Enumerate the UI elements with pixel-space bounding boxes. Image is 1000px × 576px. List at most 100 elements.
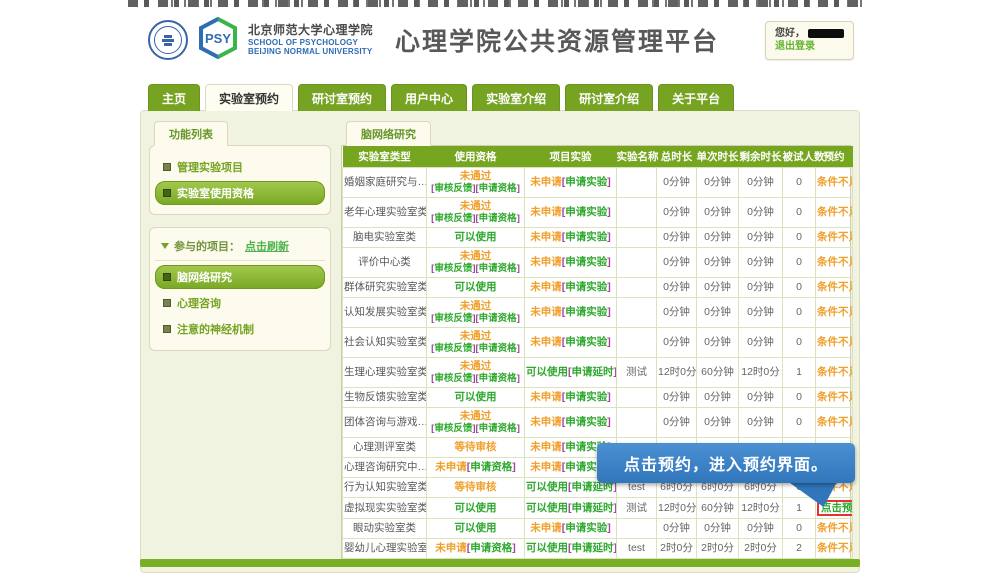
nav-tab-研讨室预约[interactable]: 研讨室预约 (298, 84, 386, 111)
bracket-close: ] (517, 263, 520, 274)
reserve-cell: 条件不足 (816, 198, 853, 228)
reserve-cell: 条件不足 (816, 408, 853, 438)
project-status: 未申请 (530, 441, 562, 453)
apply-experiment-link[interactable]: 申请实验 (565, 306, 607, 318)
project-experiment-cell: 未申请[申请实验] (525, 278, 617, 298)
column-header-实验室类型: 实验室类型 (343, 146, 427, 168)
sidebar: 功能列表 管理实验项目实验室使用资格 参与的项目： 点击刷新 脑网络研究心理咨询… (149, 121, 331, 351)
apply-experiment-link[interactable]: 申请实验 (565, 256, 607, 268)
column-header-总时长: 总时长 (657, 146, 697, 168)
project-status: 未申请 (530, 522, 562, 534)
qualification-status-line: 未通过 (428, 330, 523, 343)
project-item-脑网络研究[interactable]: 脑网络研究 (155, 265, 325, 289)
bracket-close: ] (517, 213, 520, 224)
subject-count-cell: 0 (783, 408, 816, 438)
remaining-duration-cell: 12时0分 (739, 358, 783, 388)
review-feedback-link[interactable]: 审核反馈 (434, 313, 472, 324)
apply-experiment-link[interactable]: 申请实验 (565, 206, 607, 218)
bracket-close: ] (607, 206, 611, 218)
psy-logo-text: PSY (205, 31, 231, 46)
project-item-心理咨询[interactable]: 心理咨询 (155, 291, 325, 315)
subject-count-cell: 1 (783, 498, 816, 519)
apply-experiment-link[interactable]: 申请实验 (565, 522, 607, 534)
sidebar-item-实验室使用资格[interactable]: 实验室使用资格 (155, 181, 325, 205)
nav-tab-主页[interactable]: 主页 (148, 84, 200, 111)
main-panel: 脑网络研究 实验室类型使用资格项目实验实验名称总时长单次时长剩余时长被试人数预约… (341, 121, 851, 560)
apply-qualification-link[interactable]: 申请资格 (470, 542, 512, 554)
apply-qualification-link[interactable]: 申请资格 (479, 183, 517, 194)
apply-experiment-link[interactable]: 申请实验 (565, 336, 607, 348)
condition-not-met-label: 条件不足 (817, 336, 853, 348)
project-status: 未申请 (530, 336, 562, 348)
apply-qualification-link[interactable]: 申请资格 (479, 213, 517, 224)
logout-link[interactable]: 退出登录 (775, 40, 844, 54)
qualification-cell: 可以使用 (427, 388, 525, 408)
review-feedback-link[interactable]: 审核反馈 (434, 263, 472, 274)
qualification-status-line: 可以使用 (428, 281, 523, 294)
nav-tab-研讨室介绍[interactable]: 研讨室介绍 (565, 84, 653, 111)
remaining-duration-cell: 0分钟 (739, 298, 783, 328)
experiment-name-cell (617, 388, 657, 408)
project-experiment-cell: 未申请[申请实验] (525, 298, 617, 328)
total-duration-cell: 0分钟 (657, 298, 697, 328)
lab-type-cell: 社会认知实验室类 (343, 328, 427, 358)
project-item-label: 注意的神经机制 (177, 321, 254, 337)
experiment-name-cell (617, 278, 657, 298)
apply-qualification-link[interactable]: 申请资格 (479, 263, 517, 274)
qualification-status: 等待审核 (455, 481, 497, 493)
apply-experiment-link[interactable]: 申请实验 (565, 281, 607, 293)
active-project-tab[interactable]: 脑网络研究 (346, 121, 431, 146)
nav-tab-实验室预约[interactable]: 实验室预约 (205, 84, 293, 111)
project-experiment-cell: 可以使用[申请延时] (525, 498, 617, 519)
subject-count-cell: 2 (783, 539, 816, 559)
review-feedback-link[interactable]: 审核反馈 (434, 183, 472, 194)
nav-tab-用户中心[interactable]: 用户中心 (391, 84, 467, 111)
apply-extension-link[interactable]: 申请延时 (572, 366, 614, 378)
reserve-cell: 条件不足 (816, 298, 853, 328)
apply-experiment-link[interactable]: 申请实验 (565, 231, 607, 243)
apply-qualification-link[interactable]: 申请资格 (479, 373, 517, 384)
experiment-name-cell (617, 298, 657, 328)
apply-experiment-link[interactable]: 申请实验 (565, 176, 607, 188)
apply-extension-link[interactable]: 申请延时 (572, 542, 614, 554)
review-feedback-link[interactable]: 审核反馈 (434, 373, 472, 384)
bracket-close: ] (607, 176, 611, 188)
experiment-name-cell: 测试 (617, 358, 657, 388)
project-status: 未申请 (530, 256, 562, 268)
remaining-duration-cell: 0分钟 (739, 328, 783, 358)
sidebar-item-管理实验项目[interactable]: 管理实验项目 (155, 155, 325, 179)
qualification-cell: 未通过[审核反馈][申请资格] (427, 168, 525, 198)
bracket-close: ] (607, 231, 611, 243)
apply-extension-link[interactable]: 申请延时 (572, 502, 614, 514)
bracket-close: ] (517, 373, 520, 384)
triangle-down-icon (161, 243, 169, 249)
apply-qualification-link[interactable]: 申请资格 (479, 423, 517, 434)
total-duration-cell: 0分钟 (657, 198, 697, 228)
apply-qualification-link[interactable]: 申请资格 (479, 313, 517, 324)
page-title: 心理学院公共资源管理平台 (395, 22, 719, 58)
total-duration-cell: 0分钟 (657, 278, 697, 298)
table-row: 团体咨询与游戏…未通过[审核反馈][申请资格]未申请[申请实验]0分钟0分钟0分… (343, 408, 853, 438)
lab-table: 实验室类型使用资格项目实验实验名称总时长单次时长剩余时长被试人数预约 婚姻家庭研… (342, 146, 853, 559)
table-header-row: 实验室类型使用资格项目实验实验名称总时长单次时长剩余时长被试人数预约 (343, 146, 853, 168)
experiment-name-cell (617, 328, 657, 358)
apply-qualification-link[interactable]: 申请资格 (470, 461, 512, 473)
single-duration-cell: 60分钟 (697, 498, 739, 519)
refresh-link[interactable]: 点击刷新 (245, 238, 289, 254)
condition-not-met-label: 条件不足 (817, 256, 853, 268)
nav-tab-实验室介绍[interactable]: 实验室介绍 (472, 84, 560, 111)
review-feedback-link[interactable]: 审核反馈 (434, 213, 472, 224)
page-header: PSY 北京师范大学心理学院 SCHOOL OF PSYCHOLOGY BEIJ… (148, 10, 854, 70)
review-feedback-link[interactable]: 审核反馈 (434, 423, 472, 434)
apply-experiment-link[interactable]: 申请实验 (565, 416, 607, 428)
lab-type-cell: 评价中心类 (343, 248, 427, 278)
single-duration-cell: 0分钟 (697, 408, 739, 438)
review-feedback-link[interactable]: 审核反馈 (434, 343, 472, 354)
qualification-status-line: 未通过 (428, 360, 523, 373)
project-item-注意的神经机制[interactable]: 注意的神经机制 (155, 317, 325, 341)
apply-experiment-link[interactable]: 申请实验 (565, 391, 607, 403)
nav-tab-关于平台[interactable]: 关于平台 (658, 84, 734, 111)
apply-qualification-link[interactable]: 申请资格 (479, 343, 517, 354)
function-list-tab: 功能列表 (154, 121, 228, 146)
condition-not-met-label: 条件不足 (817, 306, 853, 318)
